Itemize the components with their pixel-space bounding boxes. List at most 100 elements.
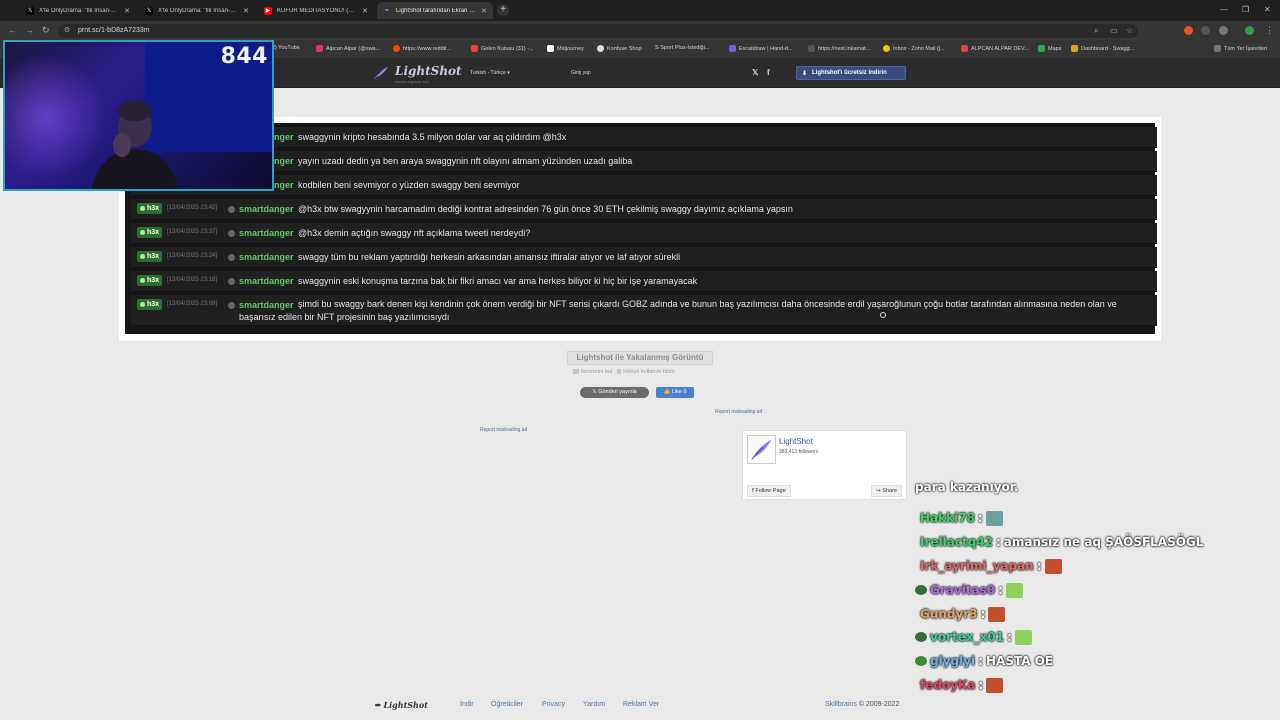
footer-logo-text: LightShot: [383, 700, 428, 710]
bookmark-item[interactable]: Excalidraw | Hand-d...: [729, 45, 793, 52]
footer-link-download[interactable]: İndir: [460, 701, 474, 708]
footer-link-advertise[interactable]: Reklam Ver: [623, 701, 659, 708]
chat-username: Irk_ayrimi_yapan: [920, 559, 1034, 573]
stream-chat-line: Irellactq42: amansız ne aq ŞAÖSFLASÖGL: [920, 533, 1203, 551]
page-thumbnail[interactable]: [747, 435, 776, 464]
bookmark-item[interactable]: Alpcan Alpar (@swa...: [316, 45, 380, 52]
bookmark-label: Excalidraw | Hand-d...: [739, 45, 793, 52]
folder-icon: [1214, 45, 1221, 52]
footer-link-help[interactable]: Yardım: [583, 701, 605, 708]
find-similar-link[interactable]: benzerini bul: [573, 369, 612, 375]
mouse-cursor: [880, 312, 886, 318]
new-tab-button[interactable]: +: [497, 4, 509, 16]
tab-title: X'te OnlyDrama: "İlk İnsan-Jahv: [39, 7, 120, 14]
profile-avatar[interactable]: [1245, 26, 1254, 35]
shop-icon: [597, 45, 604, 52]
footer-link-tutorials[interactable]: Öğreticiler: [491, 701, 523, 708]
chat-separator: :: [980, 607, 986, 621]
channel-badge: h3x: [137, 203, 163, 214]
language-label: Turkish - Türkçe: [470, 70, 506, 76]
bookmark-label: Inbox - Zoho Mail (j...: [893, 45, 945, 52]
site-info-icon[interactable]: ⚙: [64, 26, 70, 34]
online-dot-icon: [140, 254, 145, 259]
bookmark-star-icon[interactable]: ☆: [1126, 26, 1133, 35]
bookmark-item[interactable]: ALPCAN ALPAR DEV...: [961, 45, 1029, 52]
bookmark-item[interactable]: Gelen Kutusu (31) -...: [471, 45, 534, 52]
tweet-button[interactable]: 𝕏 Gönderi yayınla: [580, 387, 649, 398]
zoom-icon[interactable]: ⌕: [1094, 26, 1098, 36]
bookmark-item[interactable]: Konfuse Shop: [597, 45, 642, 52]
page-name[interactable]: LightShot: [779, 437, 813, 446]
badge-label: h3x: [147, 229, 160, 236]
browser-tab[interactable]: 𝕏 X'te OnlyDrama: "İlk İnsan-Jahv ✕: [139, 2, 255, 19]
bookmark-item[interactable]: S Sport Plus-İstediği...: [655, 45, 709, 51]
chat-row: smartdanger yayın uzadı dedin ya ben ara…: [131, 151, 1157, 172]
chat-message: şimdi bu swaggy bark denen kişi kendinin…: [239, 299, 1117, 322]
extension-icon[interactable]: [1201, 26, 1210, 35]
cast-icon[interactable]: ▭: [1110, 26, 1118, 35]
follower-count: 383,413 followers: [779, 449, 819, 455]
tab-title: KÜFÜR MEDİTASYONU! (Şifa K: [277, 7, 358, 14]
chat-timestamp: [13/04/2025 23:09]: [167, 301, 218, 307]
download-button[interactable]: ⬇ Lightshot'ı ücretsiz indirin: [796, 66, 906, 80]
report-ad-link[interactable]: Report misleading ad: [480, 427, 527, 433]
bookmark-label: https://nest.inkamat...: [818, 45, 871, 52]
back-icon[interactable]: ←: [8, 25, 17, 35]
browser-tab-active[interactable]: ✒ LightShot tarafından Ekran Görü ✕: [377, 2, 493, 19]
bookmark-item[interactable]: Maps: [1038, 45, 1061, 52]
all-bookmarks[interactable]: Tüm Yer İşaretleri: [1214, 45, 1267, 52]
extensions-puzzle-icon[interactable]: [1219, 26, 1228, 35]
menu-dots-icon[interactable]: ⋮: [1265, 25, 1274, 36]
bookmark-label: Midjourney: [557, 45, 584, 52]
chat-message: swaggy tüm bu reklam yaptırdığı herkesin…: [298, 252, 681, 262]
gmail-icon: [471, 45, 478, 52]
user-avatar: [228, 206, 235, 213]
tab-strip: 𝕏 X'te OnlyDrama: "İlk İnsan-Jahv ✕ 𝕏 X'…: [0, 0, 1280, 21]
bookmark-item[interactable]: (2) YouTube: [270, 45, 300, 51]
webcam-overlay: 844: [3, 40, 274, 191]
close-window-icon[interactable]: ✕: [1264, 5, 1271, 14]
facebook-like-button[interactable]: 👍 Like 0: [656, 387, 694, 398]
close-tab-icon[interactable]: ✕: [124, 7, 130, 15]
minimize-icon[interactable]: —: [1220, 5, 1228, 14]
maximize-icon[interactable]: ❐: [1242, 5, 1249, 14]
close-tab-icon[interactable]: ✕: [481, 7, 487, 15]
midjourney-icon: [547, 45, 554, 52]
follow-page-button[interactable]: f Follow Page: [747, 485, 791, 497]
report-abuse-link[interactable]: kötüye kullanım bildir: [617, 369, 675, 375]
url-field[interactable]: ⚙ prnt.sc/1-bD8zA7233m ☆ ▭ ⌕: [58, 24, 1138, 38]
close-tab-icon[interactable]: ✕: [362, 7, 368, 15]
browser-tab[interactable]: 𝕏 X'te OnlyDrama: "İlk İnsan-Jahv ✕: [20, 2, 136, 19]
share-button[interactable]: ↪ Share: [871, 485, 902, 497]
company-link[interactable]: Skillbrains: [825, 701, 857, 708]
chat-row: h3x [13/04/2025 23:24] smartdanger swagg…: [131, 247, 1157, 268]
chat-user: smartdanger: [239, 276, 294, 286]
language-select[interactable]: Turkish - Türkçe ▾: [470, 70, 510, 76]
footer-logo[interactable]: ✒ LightShot: [374, 700, 428, 710]
x-icon: 𝕏: [145, 6, 153, 15]
report-ad-link[interactable]: Report misleading ad: [715, 409, 762, 415]
footer-link-privacy[interactable]: Privacy: [542, 701, 565, 708]
chat-row: h3x [13/04/2025 23:09] smartdanger şimdi…: [131, 295, 1157, 326]
login-link[interactable]: Giriş yap: [571, 70, 591, 76]
forward-icon[interactable]: →: [25, 25, 34, 35]
extension-icon[interactable]: [1184, 26, 1193, 35]
bookmark-item[interactable]: https://www.reddit...: [393, 45, 451, 52]
chat-row: h3x [13/04/2025 23:42] smartdanger @h3x …: [131, 199, 1157, 220]
online-dot-icon: [140, 278, 145, 283]
bookmark-item[interactable]: Dashboard - Swagg...: [1071, 45, 1134, 52]
close-tab-icon[interactable]: ✕: [243, 7, 249, 15]
chat-message: @h3x btw swagyynin harcamadım dediği kon…: [298, 204, 793, 214]
bookmark-item[interactable]: Inbox - Zoho Mail (j...: [883, 45, 945, 52]
browser-tab[interactable]: ▶ KÜFÜR MEDİTASYONU! (Şifa K ✕: [258, 2, 374, 19]
twitter-icon[interactable]: 𝕏: [752, 68, 758, 77]
chat-user: smartdanger: [239, 204, 294, 214]
user-badge-icon: [915, 632, 927, 642]
badge-label: h3x: [147, 253, 160, 260]
facebook-icon[interactable]: f: [767, 68, 770, 77]
chat-message: swaggynin eski konuşma tarzına bak bir f…: [298, 276, 698, 286]
user-avatar: [228, 302, 235, 309]
bookmark-item[interactable]: https://nest.inkamat...: [808, 45, 870, 52]
bookmark-item[interactable]: Midjourney: [547, 45, 584, 52]
reload-icon[interactable]: ↻: [42, 25, 50, 36]
